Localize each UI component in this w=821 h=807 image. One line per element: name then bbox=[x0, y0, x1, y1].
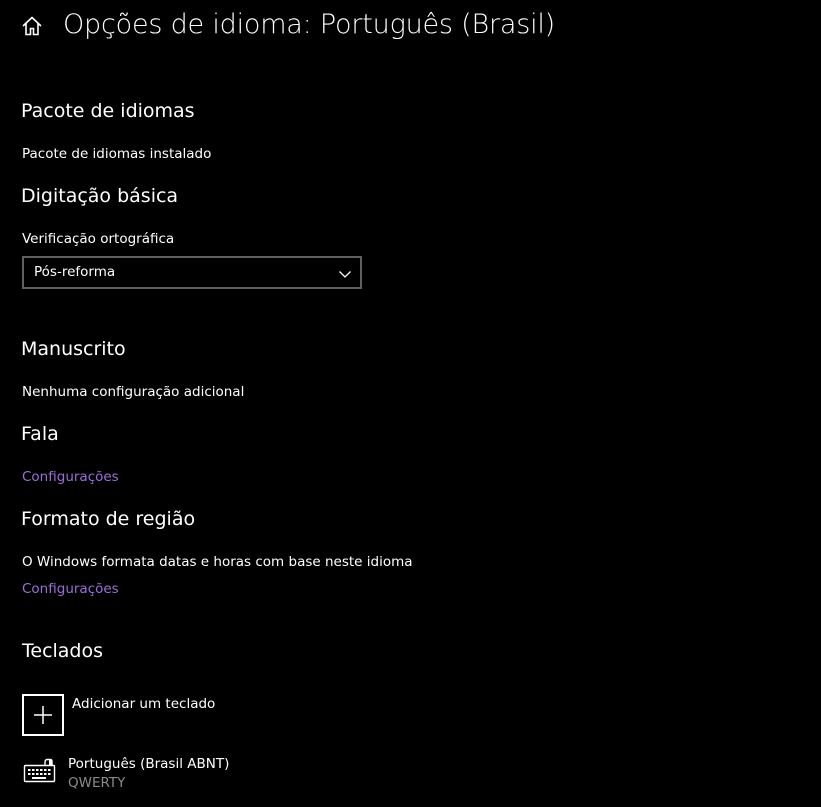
region-format-description: O Windows formata datas e horas com base… bbox=[22, 554, 413, 570]
region-format-settings-link[interactable]: Configurações bbox=[22, 581, 119, 597]
plus-icon bbox=[34, 706, 52, 724]
handwriting-heading: Manuscrito bbox=[21, 338, 126, 360]
language-options-page: Opções de idioma: Português (Brasil) Pac… bbox=[0, 0, 821, 807]
region-format-heading: Formato de região bbox=[21, 508, 196, 530]
spellcheck-dropdown-value: Pós-reforma bbox=[34, 264, 116, 280]
handwriting-status: Nenhuma configuração adicional bbox=[22, 384, 245, 400]
spellcheck-label: Verificação ortográfica bbox=[22, 231, 175, 247]
language-pack-heading: Pacote de idiomas bbox=[21, 100, 195, 122]
keyboard-item-name[interactable]: Português (Brasil ABNT) bbox=[68, 756, 229, 772]
spellcheck-dropdown[interactable]: Pós-reforma bbox=[22, 256, 362, 289]
keyboard-icon bbox=[23, 758, 57, 784]
speech-heading: Fala bbox=[21, 423, 59, 445]
add-keyboard-button[interactable] bbox=[22, 694, 64, 736]
chevron-down-icon bbox=[338, 266, 352, 280]
add-keyboard-label[interactable]: Adicionar um teclado bbox=[72, 696, 215, 712]
home-icon[interactable] bbox=[21, 15, 43, 37]
basic-typing-heading: Digitação básica bbox=[21, 185, 179, 207]
speech-settings-link[interactable]: Configurações bbox=[22, 469, 119, 485]
language-pack-status: Pacote de idiomas instalado bbox=[22, 146, 212, 162]
keyboard-item-layout: QWERTY bbox=[68, 775, 126, 791]
page-title: Opções de idioma: Português (Brasil) bbox=[63, 9, 556, 40]
keyboards-heading: Teclados bbox=[22, 640, 104, 662]
